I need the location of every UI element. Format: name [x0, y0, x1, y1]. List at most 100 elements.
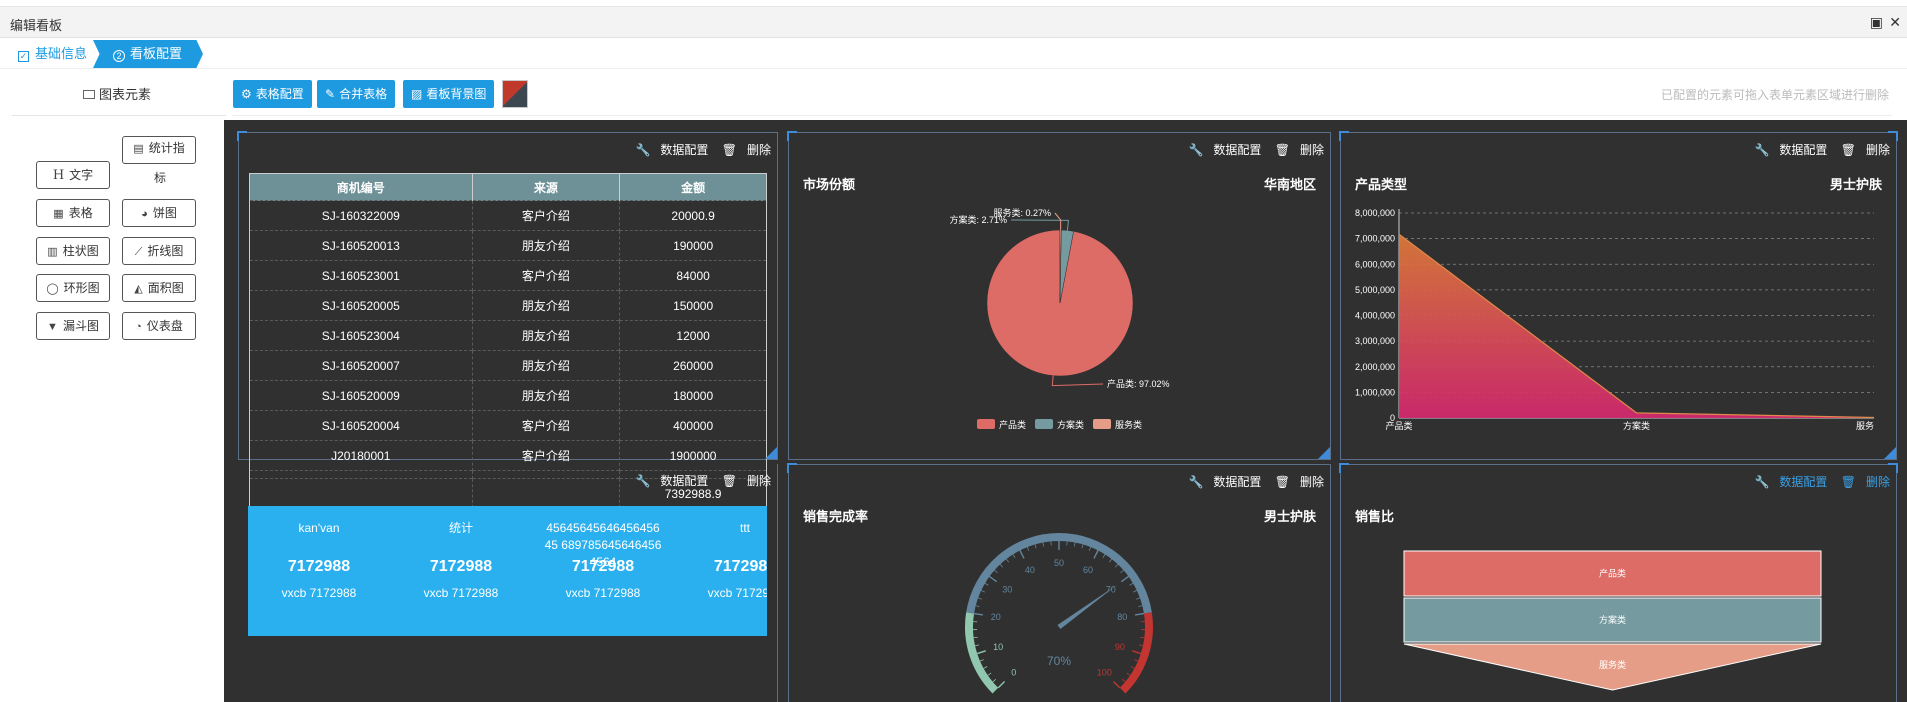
stats-icon: ▤: [133, 143, 144, 155]
stats-panel[interactable]: 🔧 数据配置 🗑 删除 kan'van 7172988 vxcb 7172988 统…: [238, 464, 778, 702]
gauge-tick: [989, 575, 998, 583]
pie-label-line: [1054, 212, 1062, 231]
stat-label: ttt: [739, 521, 750, 535]
y-tick-label: 4,000,000: [1355, 311, 1395, 321]
element-line-button[interactable]: ⟋ 折线图: [122, 237, 196, 265]
table-config-button[interactable]: ⚙ 表格配置: [233, 80, 312, 108]
element-ring-button[interactable]: ◯ 环形图: [36, 274, 110, 302]
table-icon: ▦: [53, 208, 64, 220]
table-cell: 260000: [619, 350, 767, 381]
step-nav: ✓ 基础信息 2 看板配置: [0, 40, 1907, 68]
gauge-chart: 010203040506070809010070%: [965, 533, 1153, 694]
gauge-tick: [983, 666, 988, 669]
delete-label: 删除: [746, 143, 771, 157]
gauge-tick: [1073, 542, 1076, 547]
gauge-tick: [977, 597, 982, 600]
stat-sub: vxcb 7172988: [707, 586, 767, 600]
table-row: SJ-160520009 朋友介绍 180000: [249, 380, 767, 411]
bar-chart-icon: ▥: [47, 246, 58, 258]
area-panel[interactable]: 🔧 数据配置 🗑 删除 产品类型 男士护肤 0 1,000,000 2,000,000 3…: [1339, 131, 1898, 460]
delete-button[interactable]: 🗑 删除: [722, 474, 771, 488]
gauge-tick: [1140, 636, 1145, 639]
gauge-tick: [1136, 597, 1141, 600]
element-label: 饼图: [152, 206, 177, 220]
element-area-button[interactable]: ◭ 面积图: [122, 274, 196, 302]
merge-table-button[interactable]: ✎ 合并表格: [317, 80, 396, 108]
data-config-label: 数据配置: [660, 474, 709, 488]
gauge-pointer: [1057, 584, 1118, 630]
resize-handle[interactable]: [765, 447, 777, 459]
table-config-label: 表格配置: [255, 87, 304, 101]
pie-panel[interactable]: 🔧 数据配置 🗑 删除 市场份额 华南地区 产品类: 97.02% 方案类: 2.71…: [787, 131, 1331, 460]
table-row: SJ-160520004 客户介绍 400000: [249, 410, 767, 441]
y-tick-label: 6,000,000: [1355, 259, 1395, 269]
pie-label-line: [1051, 375, 1104, 387]
gauge-tick: [994, 569, 998, 574]
window-title: 编辑看板: [10, 18, 63, 33]
board-canvas[interactable]: 🔧 数据配置 🗑 删除 商机编号 来源 金额 SJ-160322009 客户介绍 200…: [224, 120, 1907, 702]
element-bar-button[interactable]: ▥ 柱状图: [36, 237, 110, 265]
step-basic-info[interactable]: ✓ 基础信息: [8, 40, 92, 68]
board-background-button[interactable]: ▨ 看板背景图: [403, 80, 495, 108]
gauge-tick-label: 100: [1097, 667, 1112, 677]
resize-handle[interactable]: [1318, 447, 1330, 459]
gauge-tick: [999, 564, 1004, 568]
y-tick-label: 3,000,000: [1355, 336, 1395, 346]
table-cell: 朋友介绍: [472, 320, 621, 351]
keyboard-icon: [82, 90, 95, 99]
color-picker[interactable]: [502, 80, 528, 108]
y-tick-label: 7,000,000: [1355, 234, 1395, 244]
y-tick-label: 1,000,000: [1355, 387, 1395, 397]
gauge-tick: [997, 680, 1006, 689]
y-tick-label: 8,000,000: [1355, 208, 1395, 218]
pie-icon: ◕: [141, 208, 148, 220]
gauge-tick-label: 50: [1054, 558, 1064, 568]
delete-button[interactable]: 🗑 删除: [722, 143, 771, 157]
element-stats-button[interactable]: ▤ 统计指: [122, 136, 196, 164]
table-header-cell: 来源: [472, 173, 621, 201]
table-cell: 客户介绍: [472, 410, 621, 441]
gauge-tick: [973, 612, 984, 616]
data-config-button[interactable]: 🔧 数据配置: [635, 474, 708, 488]
table-row: SJ-160322009 客户介绍 20000.9: [249, 200, 767, 231]
gear-icon: ⚙: [241, 87, 252, 101]
restore-icon[interactable]: ▣: [1870, 14, 1883, 31]
gauge-tick-label: 10: [993, 642, 1003, 652]
gauge-tick: [1121, 678, 1126, 683]
check-icon: ✓: [18, 51, 29, 62]
table-panel[interactable]: 🔧 数据配置 🗑 删除 商机编号 来源 金额 SJ-160322009 客户介绍 200…: [237, 131, 778, 509]
gauge-tick: [1138, 644, 1144, 647]
data-config-button[interactable]: 🔧 数据配置: [635, 143, 708, 157]
element-funnel-button[interactable]: ▼ 漏斗图: [36, 312, 110, 340]
gauge-tick: [1108, 558, 1113, 563]
gauge-tick: [974, 644, 980, 647]
x-tick-label: 方案类: [1623, 420, 1650, 431]
line-chart-icon: ⟋: [134, 246, 143, 258]
funnel-panel[interactable]: 🔧 数据配置 🗑 删除 销售比 产品类 方案类 服务类: [1339, 463, 1898, 702]
table-cell: 12000: [619, 320, 767, 351]
data-table: 商机编号 来源 金额 SJ-160322009 客户介绍 20000.9 SJ-16…: [249, 173, 767, 509]
element-table-button[interactable]: ▦ 表格: [36, 199, 110, 227]
gauge-tick: [1112, 680, 1121, 689]
gauge-tick: [1088, 546, 1092, 551]
resize-handle[interactable]: [1884, 447, 1896, 459]
funnel-label: 服务类: [1599, 659, 1626, 670]
element-gauge-button[interactable]: ◔ 仪表盘: [122, 312, 196, 340]
table-row: SJ-160523004 朋友介绍 12000: [249, 320, 767, 351]
y-tick-label: 2,000,000: [1355, 362, 1395, 372]
pie-label: 服务类: 0.27%: [993, 207, 1051, 218]
area-chart-icon: ◭: [134, 283, 143, 295]
table-row: SJ-160520013 朋友介绍 190000: [249, 230, 767, 261]
gauge-panel[interactable]: 🔧数据配置 🗑删除 销售完成率 男士护肤 0102030405060708090…: [787, 463, 1331, 702]
table-cell: 400000: [619, 410, 767, 441]
element-label: 柱状图: [62, 244, 99, 258]
step-board-config[interactable]: 2 看板配置: [93, 40, 203, 68]
gauge-tick: [1012, 554, 1016, 558]
element-text-button[interactable]: H 文字: [36, 161, 110, 189]
stat-value: 7172988: [571, 558, 635, 575]
table-cell: SJ-160523001: [249, 260, 473, 291]
element-pie-button[interactable]: ◕ 饼图: [122, 199, 196, 227]
table-cell: 150000: [619, 290, 767, 321]
funnel-icon: ▼: [47, 321, 58, 333]
close-icon[interactable]: ✕: [1889, 14, 1901, 31]
